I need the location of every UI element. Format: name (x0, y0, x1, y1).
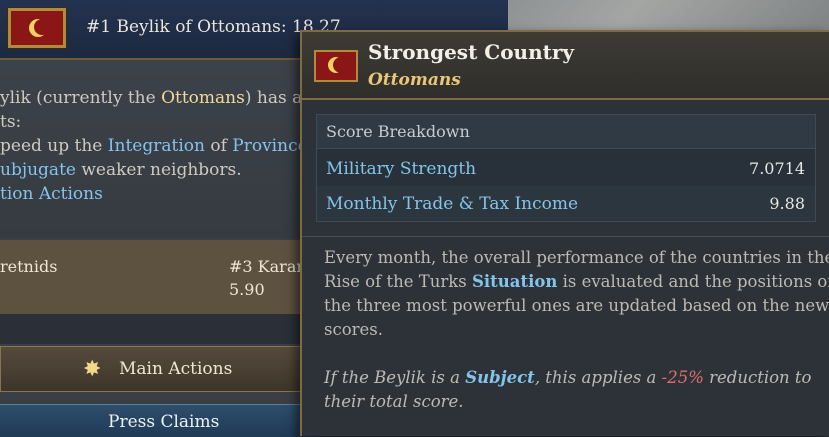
note-line: their total score. (324, 392, 464, 411)
desc-line-1: ylik (currently the Ottomans) has acce (0, 86, 331, 110)
score-breakdown-title: Score Breakdown (326, 122, 470, 141)
score-row: Monthly Trade & Tax Income 9.88 (317, 186, 815, 221)
desc-text: of (204, 136, 233, 156)
tooltip-divider (302, 236, 829, 237)
military-strength-value: 7.0714 (749, 159, 805, 178)
situation-link[interactable]: Situation (472, 272, 557, 291)
tooltip-header: Strongest Country Ottomans (302, 32, 829, 100)
situation-description: ylik (currently the Ottomans) has acce t… (0, 60, 331, 238)
standings-row: retnids #3 Karan 5.90 (0, 240, 320, 314)
note-text: If the Beylik is a (324, 368, 466, 387)
tooltip-note: If the Beylik is a Subject, this applies… (324, 366, 814, 414)
body-line: Every month, the overall performance of … (324, 248, 829, 267)
body-text: Rise of the Turks (324, 272, 472, 291)
score-breakdown-table: Score Breakdown Military Strength 7.0714… (316, 114, 816, 222)
rank-3-score: 5.90 (229, 280, 265, 299)
strongest-country-tooltip: Strongest Country Ottomans Score Breakdo… (300, 30, 829, 436)
ottoman-flag-icon (314, 50, 358, 82)
body-line: scores. (324, 320, 384, 339)
note-line: If the Beylik is a Subject, this applies… (324, 366, 814, 390)
ottomans-highlight: Ottomans (161, 88, 245, 108)
body-line: the three most powerful ones are updated… (324, 296, 829, 315)
desc-line-2: ts: (0, 112, 22, 132)
situation-actions-link[interactable]: tion Actions (0, 182, 103, 206)
body-text: is evaluated and the positions of (557, 272, 829, 291)
main-actions-label: Main Actions (119, 359, 233, 379)
desc-line-3: peed up the Integration of Provinces (0, 134, 316, 158)
tooltip-title: Strongest Country (368, 40, 575, 64)
desc-text: peed up the (0, 136, 108, 156)
star-burst-icon: ✸ (83, 357, 102, 382)
rank-3-name: #3 Karan (229, 257, 307, 276)
rank-2-name: retnids (0, 257, 58, 276)
desc-text: weaker neighbors. (75, 160, 242, 180)
divider (0, 314, 320, 344)
desc-line-4: ubjugate weaker neighbors. (0, 158, 242, 182)
integration-link[interactable]: Integration (108, 136, 205, 156)
note-text: , this applies a (534, 368, 662, 387)
penalty-value: -25% (661, 368, 704, 387)
trade-tax-income-label[interactable]: Monthly Trade & Tax Income (326, 194, 578, 214)
note-text: reduction to (703, 368, 812, 387)
trade-tax-income-value: 9.88 (769, 194, 805, 213)
press-claims-button[interactable]: Press Claims (0, 404, 320, 437)
military-strength-label[interactable]: Military Strength (326, 159, 476, 179)
tooltip-subtitle: Ottomans (368, 70, 461, 90)
subjugate-link[interactable]: ubjugate (0, 160, 76, 180)
desc-text: ylik (currently the (0, 88, 162, 108)
main-actions-button[interactable]: ✸ Main Actions (0, 346, 306, 392)
score-breakdown-header: Score Breakdown (317, 115, 815, 149)
subject-link[interactable]: Subject (465, 368, 535, 387)
body-line: Rise of the Turks Situation is evaluated… (324, 270, 829, 294)
score-row: Military Strength 7.0714 (317, 151, 815, 186)
tooltip-body: Every month, the overall performance of … (324, 246, 829, 342)
press-claims-label: Press Claims (108, 412, 220, 432)
ottoman-flag-icon[interactable] (8, 8, 66, 48)
